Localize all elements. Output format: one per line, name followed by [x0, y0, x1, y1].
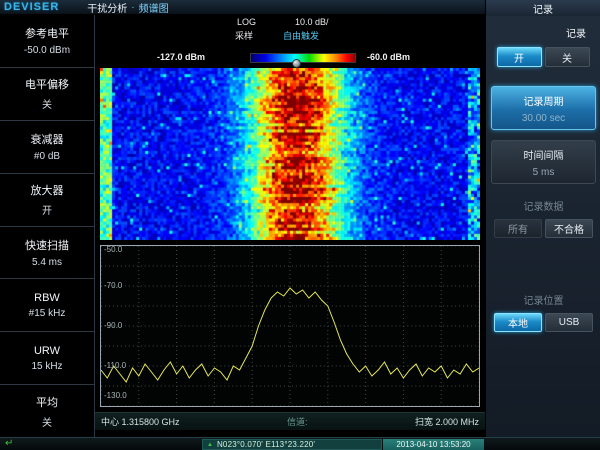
return-arrow-icon[interactable]: ↵ — [5, 438, 13, 450]
menu-label: 参考电平 — [25, 25, 69, 41]
record-data-all-button[interactable]: 所有 — [494, 219, 542, 238]
menu-label: 平均 — [36, 394, 58, 410]
colorbar-slider-handle[interactable] — [292, 59, 301, 68]
spectrum-plot: -50.0 -70.0 -90.0 -110.0 -130.0 — [100, 245, 480, 407]
record-label: 记录 — [486, 24, 600, 40]
y-axis-tick-label: -130.0 — [104, 391, 127, 400]
title-view: 频谱图 — [139, 0, 169, 15]
colorbar-max-value: -60.0 dBm — [367, 52, 410, 62]
record-data-label: 记录数据 — [491, 198, 596, 213]
y-axis-tick-label: -110.0 — [104, 361, 126, 370]
menu-value: -50.0 dBm — [24, 45, 70, 56]
page-title: 干扰分析 · 频谱图 — [87, 0, 168, 15]
record-off-button[interactable]: 关 — [545, 47, 590, 67]
menu-value: 开 — [42, 202, 52, 217]
log-scale-label: LOG — [237, 17, 256, 27]
record-location-group: 记录位置 本地 USB — [491, 292, 596, 332]
menu-label: RBW — [34, 292, 60, 304]
menu-item-urw[interactable]: URW 15 kHz — [0, 332, 94, 385]
record-period-button[interactable]: 记录周期 30.00 sec — [491, 86, 596, 130]
time-interval-label: 时间间隔 — [492, 141, 595, 162]
span-value: 扫宽 2.000 MHz — [415, 415, 479, 428]
record-period-label: 记录周期 — [492, 87, 595, 108]
gps-satellite-icon: ▲ — [207, 442, 213, 448]
record-data-fail-button[interactable]: 不合格 — [545, 219, 593, 238]
colorbar-gradient[interactable] — [250, 53, 356, 63]
title-bar: DEVISER 干扰分析 · 频谱图 — [0, 0, 485, 15]
menu-value: 15 kHz — [31, 361, 62, 372]
record-panel-header: 记录 — [486, 0, 600, 16]
left-menu: 参考电平 -50.0 dBm 电平偏移 关 衰减器 #0 dB 放大器 开 快速… — [0, 15, 95, 437]
title-separator-icon: · — [131, 2, 134, 13]
record-on-button[interactable]: 开 — [497, 47, 542, 67]
datetime-display: 2013-04-10 13:53:20 — [383, 439, 484, 450]
record-location-label: 记录位置 — [491, 292, 596, 307]
status-bar: ↵ ▲ N023°0.070' E113°23.220' 2013-04-10 … — [0, 437, 600, 450]
log-scale-value: 10.0 dB/ — [295, 17, 329, 27]
menu-label: 衰减器 — [31, 131, 64, 147]
y-axis-tick-label: -70.0 — [104, 281, 122, 290]
menu-item-fast-sweep[interactable]: 快速扫描 5.4 ms — [0, 227, 94, 280]
menu-label: 电平偏移 — [25, 76, 69, 92]
menu-value: 5.4 ms — [32, 257, 62, 268]
record-location-local-button[interactable]: 本地 — [494, 313, 542, 332]
menu-value: 关 — [42, 414, 52, 429]
gps-chip: ▲ N023°0.070' E113°23.220' — [202, 439, 382, 450]
y-axis-tick-label: -90.0 — [104, 321, 122, 330]
menu-label: 快速扫描 — [25, 237, 69, 253]
menu-label: URW — [34, 345, 60, 357]
menu-item-ref-level[interactable]: 参考电平 -50.0 dBm — [0, 15, 94, 68]
record-panel: 记录 记录 开 关 记录周期 30.00 sec 时间间隔 5 ms 记录数据 … — [485, 0, 600, 437]
main-display: LOG 10.0 dB/ 采样 自由触发 -127.0 dBm -60.0 dB… — [95, 15, 485, 437]
menu-item-rbw[interactable]: RBW #15 kHz — [0, 279, 94, 332]
menu-label: 放大器 — [31, 182, 64, 198]
deviser-logo: DEVISER — [4, 1, 59, 13]
menu-value: 关 — [42, 96, 52, 111]
frequency-footer: 中心 1.315800 GHz 信道: 扫宽 2.000 MHz — [95, 412, 485, 430]
time-interval-value: 5 ms — [492, 162, 595, 178]
center-frequency: 中心 1.315800 GHz — [101, 415, 180, 428]
y-axis-tick-label: -50.0 — [104, 245, 122, 254]
record-data-group: 记录数据 所有 不合格 — [491, 198, 596, 238]
menu-item-attenuator[interactable]: 衰减器 #0 dB — [0, 121, 94, 174]
record-period-value: 30.00 sec — [492, 108, 595, 124]
record-location-usb-button[interactable]: USB — [545, 313, 593, 332]
channel-label: 信道: — [287, 415, 308, 428]
detector-mode: 采样 — [235, 29, 253, 42]
spectrum-svg — [101, 246, 479, 406]
menu-value: #15 kHz — [29, 308, 66, 319]
gps-coordinates: N023°0.070' E113°23.220' — [217, 440, 315, 449]
menu-item-level-offset[interactable]: 电平偏移 关 — [0, 68, 94, 121]
menu-value: #0 dB — [34, 151, 60, 162]
analyzer-screen: DEVISER 干扰分析 · 频谱图 参考电平 -50.0 dBm 电平偏移 关… — [0, 0, 600, 450]
menu-item-amplifier[interactable]: 放大器 开 — [0, 174, 94, 227]
record-on-off-toggle: 开 关 — [486, 47, 600, 67]
trigger-mode: 自由触发 — [283, 29, 319, 42]
menu-item-average[interactable]: 平均 关 — [0, 385, 94, 437]
time-interval-button[interactable]: 时间间隔 5 ms — [491, 140, 596, 184]
spectrogram-canvas — [100, 68, 480, 240]
title-mode: 干扰分析 — [87, 0, 127, 15]
colorbar-min-value: -127.0 dBm — [157, 52, 205, 62]
